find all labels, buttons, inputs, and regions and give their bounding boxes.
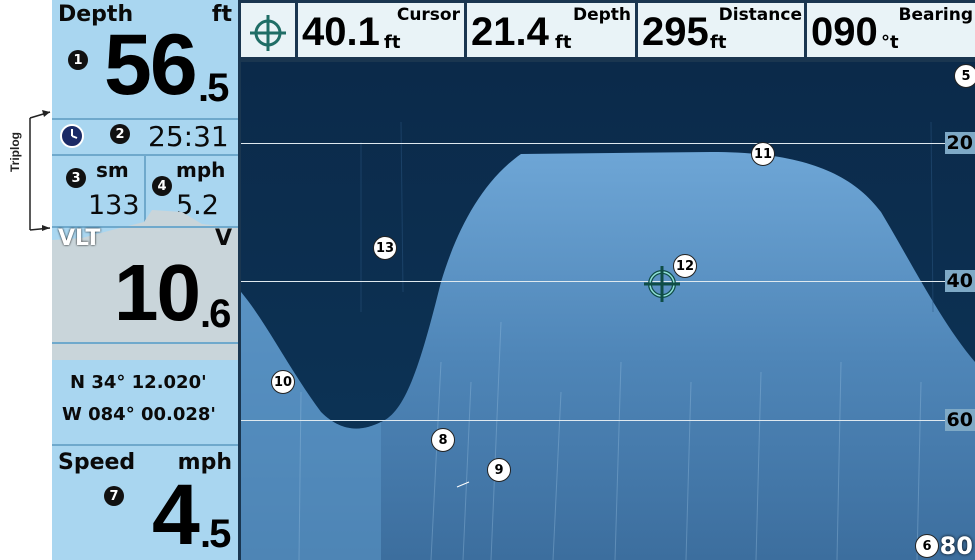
callout-8: 8 [431, 428, 455, 452]
sonar-bottom [241, 62, 975, 560]
cursor-label: Cursor [396, 5, 460, 25]
fishfinder-screen: Depth ft 1 56 .5 2 25:31 3 sm 4 mph 133 … [52, 0, 975, 560]
callout-3: 3 [66, 168, 86, 188]
voltage-unit: V [214, 226, 232, 251]
clock-icon [60, 124, 84, 152]
bearing-unit: °t [881, 32, 899, 53]
bearing-cell: 090 °t Bearing [807, 3, 975, 57]
depth-cell: 21.4 ft Depth [467, 3, 635, 57]
depth-gridline-20 [241, 143, 975, 144]
callout-2: 2 [110, 124, 130, 144]
distance-unit: ft [710, 32, 727, 53]
topbar-depth-value: 21.4 [471, 10, 549, 54]
cursor-mode-cell[interactable] [241, 3, 295, 57]
digital-readout-panel: Depth ft 1 56 .5 2 25:31 3 sm 4 mph 133 … [52, 0, 241, 560]
topbar-depth-label: Depth [572, 5, 631, 25]
distance-label: Distance [718, 5, 802, 25]
bearing-label: Bearing [898, 5, 973, 25]
voltage-value-dec: .6 [200, 292, 231, 336]
callout-4: 4 [152, 176, 172, 196]
callout-12: 12 [673, 254, 697, 278]
latitude: N 34° 12.020' [70, 372, 207, 393]
depth-value-dec: .5 [198, 66, 229, 110]
range-value: 80 [939, 532, 973, 560]
cursor-unit: ft [384, 32, 401, 53]
depth-gridline-60 [241, 420, 975, 421]
speed-value-int: 4 [152, 467, 200, 560]
depth-mark-20: 20 [944, 132, 975, 154]
callout-11: 11 [751, 142, 775, 166]
callout-7: 7 [104, 486, 124, 506]
side-imaging-view[interactable]: 20 40 60 80 5 6 8 9 10 11 12 13 [241, 62, 975, 560]
bearing-value: 090 [811, 10, 878, 54]
voltage-value-int: 10 [114, 248, 201, 337]
cursor-depth-cell: 40.1 ft Cursor [298, 3, 464, 57]
callout-6: 6 [915, 534, 939, 558]
longitude: W 084° 00.028' [62, 404, 216, 425]
callout-1: 1 [68, 50, 88, 70]
speed-value-dec: .5 [200, 512, 231, 556]
trip-distance-unit: sm [96, 158, 129, 182]
speed-label: Speed [58, 450, 136, 475]
depth-mark-40: 40 [944, 270, 975, 292]
depth-mark-60: 60 [944, 409, 975, 431]
trip-speed-unit: mph [176, 158, 226, 182]
triplog-bracket [29, 110, 51, 231]
distance-value: 295 [642, 10, 709, 54]
topbar-depth-unit: ft [555, 32, 572, 53]
trip-timer: 25:31 [148, 120, 229, 153]
distance-cell: 295 ft Distance [638, 3, 804, 57]
depth-unit: ft [211, 2, 232, 27]
callout-9: 9 [487, 458, 511, 482]
info-bar: 40.1 ft Cursor 21.4 ft Depth 295 ft Dist… [238, 0, 975, 62]
crosshair-icon [250, 15, 286, 51]
depth-gridline-40 [241, 281, 975, 282]
voltage-label: VLT [58, 226, 101, 251]
callout-10: 10 [271, 370, 295, 394]
cursor-value: 40.1 [302, 10, 380, 54]
depth-value-int: 56 [104, 17, 198, 113]
callout-5: 5 [954, 64, 975, 88]
callout-13: 13 [373, 236, 397, 260]
